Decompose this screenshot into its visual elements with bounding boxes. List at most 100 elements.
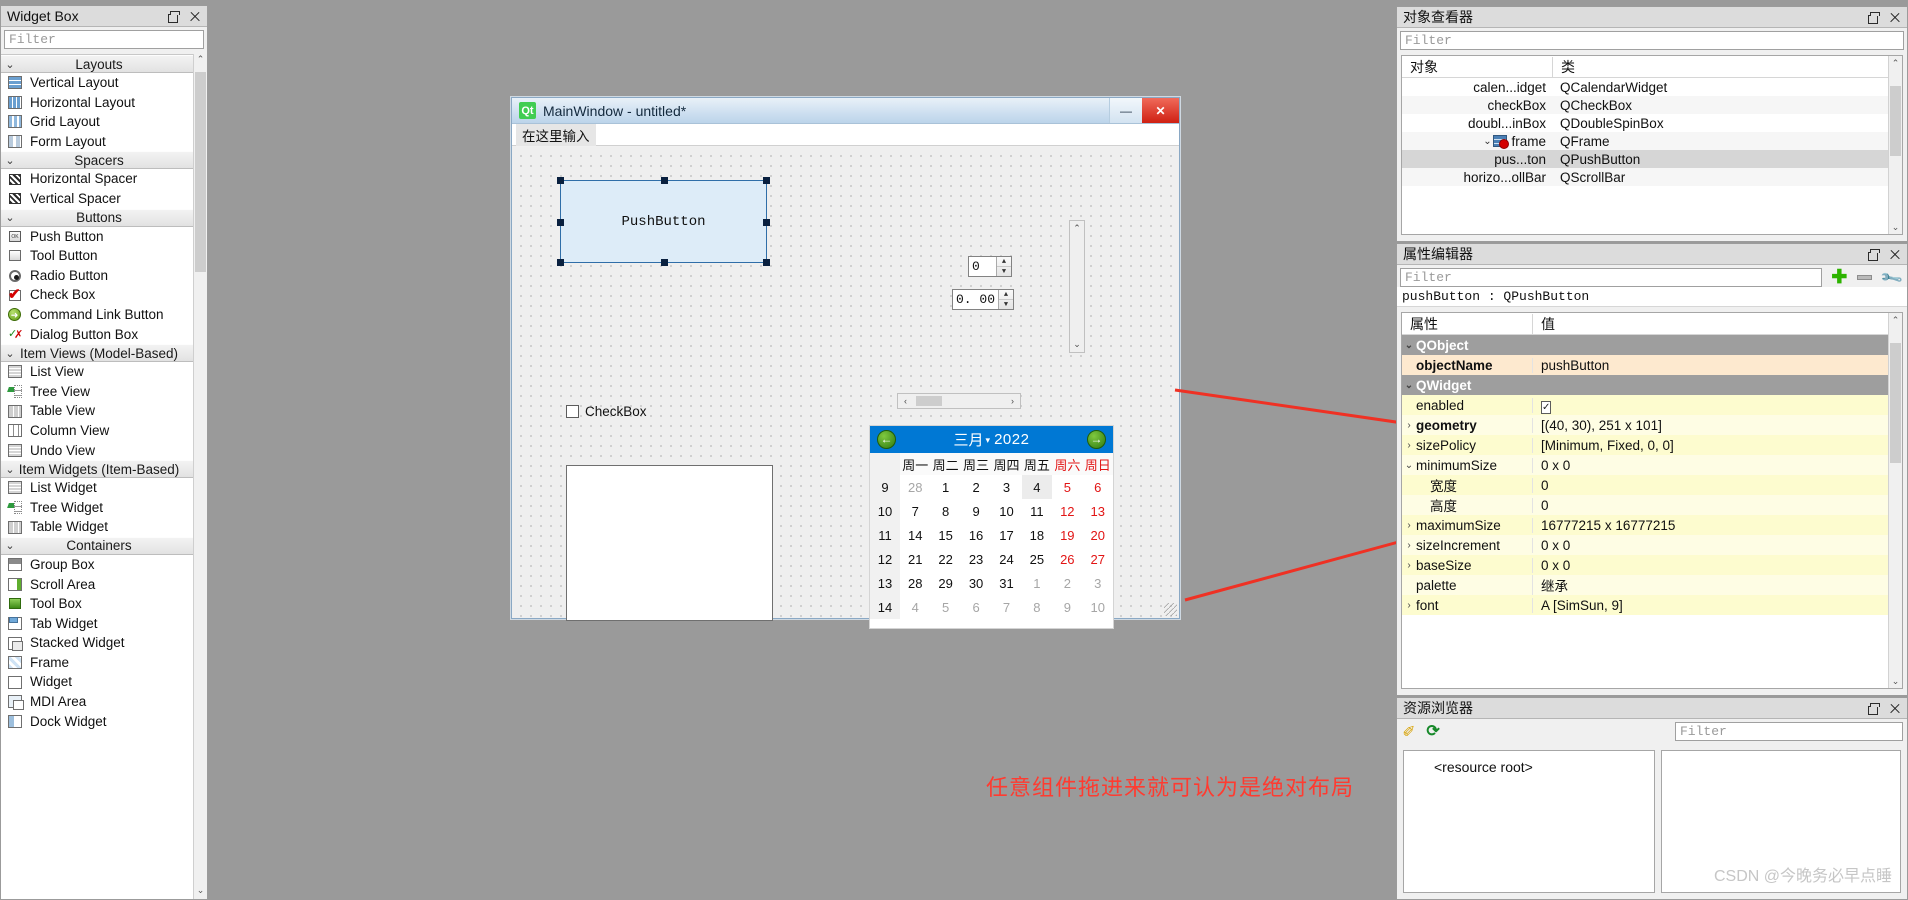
edit-resources-icon[interactable]: ✏ [1398, 719, 1422, 743]
resize-handle[interactable] [763, 177, 770, 184]
property-value-label[interactable]: 16777215 x 16777215 [1532, 517, 1902, 533]
widget-box-item[interactable]: Group Box [1, 555, 207, 575]
calendar-day-cell[interactable]: 10 [1082, 595, 1113, 619]
property-row[interactable]: 宽度 0 [1402, 475, 1902, 495]
float-icon[interactable] [1866, 702, 1880, 715]
property-row[interactable]: ⌄ QObject [1402, 335, 1902, 355]
calendar-grid[interactable]: 周一 周二 周三 周四 周五 周六 周日 9 28 1 2 3 4 5 6 10 7 8 9 10 11 12 13 11 1… [870, 453, 1113, 619]
scroll-down-icon[interactable]: ⌄ [194, 885, 207, 899]
calendar-day-cell[interactable]: 5 [930, 595, 961, 619]
property-row[interactable]: › font A [SimSun, 9] [1402, 595, 1902, 615]
expand-icon[interactable]: ⌄ [1402, 380, 1416, 391]
property-value-label[interactable]: A [SimSun, 9] [1532, 597, 1902, 613]
calendar-day-cell[interactable]: 16 [960, 523, 992, 547]
calendar-day-cell[interactable]: 29 [930, 571, 961, 595]
calendar-day-cell[interactable]: 9 [1052, 595, 1083, 619]
widget-box-item[interactable]: Check Box [1, 285, 207, 305]
add-property-icon[interactable]: ✚ [1831, 268, 1847, 287]
calendar-day-cell[interactable]: 4 [900, 595, 931, 619]
object-inspector-scrollbar[interactable]: ⌃ ⌄ [1888, 56, 1902, 234]
scroll-left-icon[interactable]: ‹ [898, 394, 913, 408]
calendar-day-cell[interactable]: 7 [991, 595, 1022, 619]
property-row[interactable]: › sizeIncrement 0 x 0 [1402, 535, 1902, 555]
calendar-day-cell[interactable]: 28 [900, 475, 931, 499]
resize-handle[interactable] [763, 219, 770, 226]
expand-icon[interactable]: › [1402, 560, 1416, 571]
vertical-scrollbar-widget[interactable]: ⌃ ⌄ [1069, 220, 1085, 353]
widget-box-item[interactable]: Tool Button [1, 246, 207, 266]
object-inspector-row[interactable]: checkBox QCheckBox [1402, 96, 1902, 114]
scroll-down-icon[interactable]: ⌄ [1070, 337, 1084, 352]
widget-box-item[interactable]: Table View [1, 401, 207, 421]
scroll-up-icon[interactable]: ⌃ [1889, 313, 1902, 327]
calendar-year-label[interactable]: 2022 [994, 431, 1029, 448]
calendar-day-cell[interactable]: 1 [930, 475, 961, 499]
property-row[interactable]: › geometry [(40, 30), 251 x 101] [1402, 415, 1902, 435]
object-inspector-row[interactable]: pus...ton QPushButton [1402, 150, 1902, 168]
widget-box-list[interactable]: ⌄ Layouts Vertical Layout Horizontal Layout… [1, 54, 207, 899]
widget-box-item[interactable]: Vertical Layout [1, 73, 207, 93]
calendar-day-cell[interactable]: 20 [1082, 523, 1113, 547]
calendar-day-cell[interactable]: 31 [991, 571, 1022, 595]
property-editor-rows[interactable]: ⌄ QObject objectName pushButton ⌄ QWidget enab… [1402, 335, 1902, 615]
widget-box-item[interactable]: ➜ Command Link Button [1, 305, 207, 325]
object-inspector-tree[interactable]: 对象 类 calen...idget QCalendarWidget checkBo… [1401, 55, 1903, 235]
form-central-widget[interactable]: PushButton 0 ▲ ▼ 0. 00 ▲ ▼ ⌃ ⌄ ‹ › Check… [512, 147, 1179, 629]
scroll-up-icon[interactable]: ⌃ [194, 54, 207, 68]
calendar-month-label[interactable]: 三月 [954, 429, 991, 450]
object-inspector-row[interactable]: ⌄ frame QFrame [1402, 132, 1902, 150]
calendar-day-cell[interactable]: 1 [1021, 571, 1053, 595]
widget-box-group-header[interactable]: ⌄ Buttons [1, 208, 207, 227]
pushbutton-widget[interactable]: PushButton [557, 177, 770, 266]
calendar-day-cell[interactable]: 10 [991, 499, 1022, 523]
widget-box-item[interactable]: ✓ Dialog Button Box [1, 325, 207, 345]
widget-box-item[interactable]: MDI Area [1, 692, 207, 712]
property-value-label[interactable]: 0 x 0 [1532, 537, 1902, 553]
resize-handle[interactable] [557, 259, 564, 266]
float-icon[interactable] [1866, 11, 1880, 24]
calendar-day-cell[interactable]: 27 [1082, 547, 1113, 571]
widget-box-group-header[interactable]: ⌄ Spacers [1, 151, 207, 170]
property-value-label[interactable]: 0 [1532, 497, 1902, 513]
widget-box-item[interactable]: Form Layout [1, 132, 207, 152]
property-value-label[interactable]: [(40, 30), 251 x 101] [1532, 417, 1902, 433]
widget-box-item[interactable]: Radio Button [1, 266, 207, 286]
resize-handle[interactable] [661, 259, 668, 266]
calendar-day-cell[interactable]: 5 [1052, 475, 1083, 499]
next-month-icon[interactable]: → [1087, 430, 1106, 449]
widget-box-item[interactable]: Widget [1, 672, 207, 692]
widget-box-group-header[interactable]: ⌄ Item Widgets (Item-Based) [1, 460, 207, 479]
widget-box-item[interactable]: Scroll Area [1, 574, 207, 594]
calendar-day-cell[interactable]: 17 [991, 523, 1022, 547]
scroll-up-icon[interactable]: ⌃ [1889, 56, 1902, 70]
calendar-day-cell[interactable]: 6 [960, 595, 992, 619]
scroll-down-icon[interactable]: ⌄ [1889, 674, 1902, 688]
widget-box-item[interactable]: OK Push Button [1, 227, 207, 247]
resize-grip-icon[interactable] [1164, 603, 1177, 616]
horizontal-scrollbar-widget[interactable]: ‹ › [897, 393, 1021, 409]
widget-box-item[interactable]: Tab Widget [1, 614, 207, 634]
scrollbar-thumb[interactable] [195, 72, 206, 272]
object-inspector-row[interactable]: horizo...ollBar QScrollBar [1402, 168, 1902, 186]
property-value-label[interactable]: [Minimum, Fixed, 0, 0] [1532, 437, 1902, 453]
widget-box-group-header[interactable]: ⌄ Layouts [1, 55, 207, 73]
scrollbar-thumb[interactable] [1890, 343, 1901, 463]
minimize-button[interactable]: — [1109, 98, 1142, 123]
spinbox-widget[interactable]: 0 ▲ ▼ [968, 256, 1012, 277]
property-row[interactable]: palette 继承 [1402, 575, 1902, 595]
property-editor-filter-input[interactable]: Filter [1400, 268, 1823, 287]
expand-icon[interactable]: › [1402, 440, 1416, 451]
calendar-day-cell[interactable]: 8 [930, 499, 961, 523]
widget-box-item[interactable]: Stacked Widget [1, 633, 207, 653]
widget-box-group-header[interactable]: ⌄ Item Views (Model-Based) [1, 344, 207, 363]
resize-handle[interactable] [557, 219, 564, 226]
property-row[interactable]: ⌄ minimumSize 0 x 0 [1402, 455, 1902, 475]
scroll-up-icon[interactable]: ⌃ [1070, 221, 1084, 236]
calendar-day-cell[interactable]: 14 [900, 523, 931, 547]
chevron-down-icon[interactable]: ⌄ [1481, 136, 1493, 147]
widget-box-item[interactable]: Undo View [1, 441, 207, 461]
widget-box-item[interactable]: Frame [1, 653, 207, 673]
enabled-checkbox[interactable]: ✓ [1541, 400, 1552, 414]
remove-property-icon[interactable] [1857, 275, 1873, 280]
object-inspector-rows[interactable]: calen...idget QCalendarWidget checkBox QChe… [1402, 78, 1902, 186]
